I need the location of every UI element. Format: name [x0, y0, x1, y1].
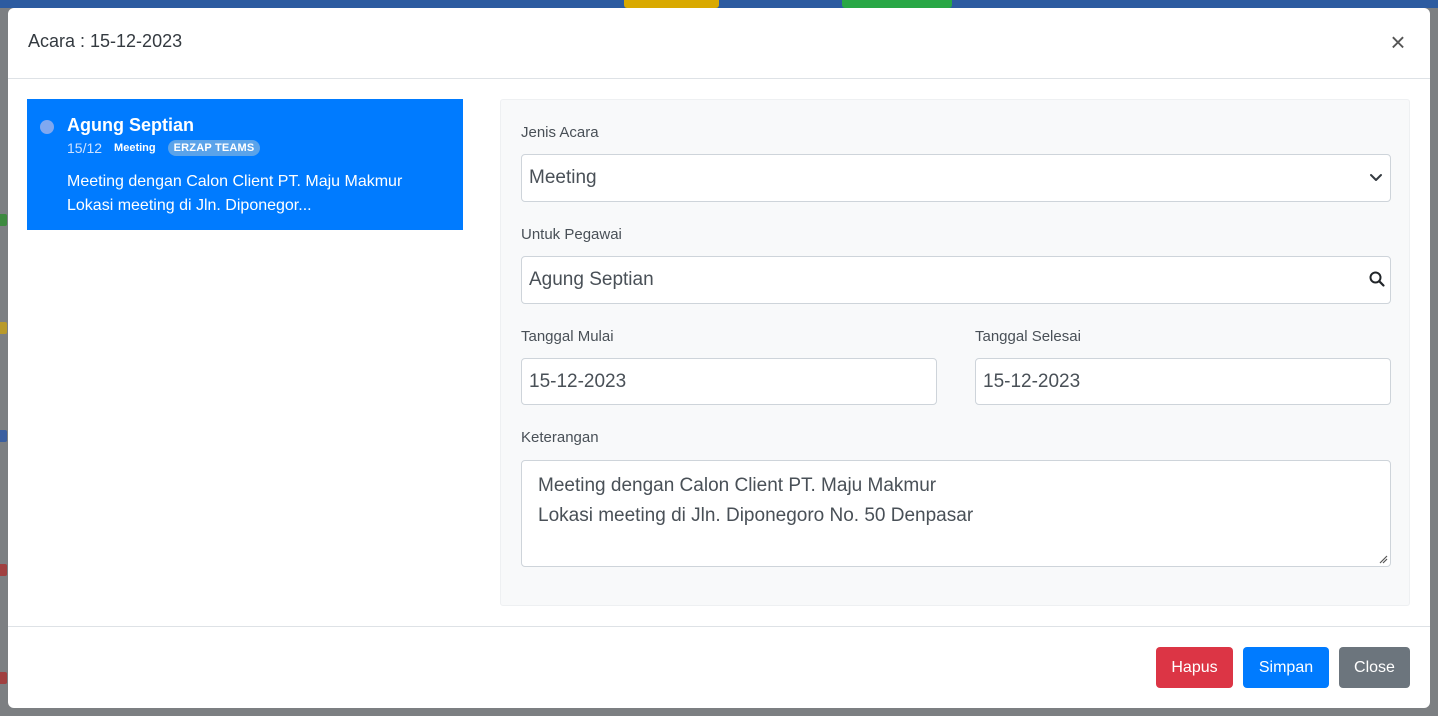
close-icon[interactable]: ×	[1388, 29, 1408, 55]
background-marker	[0, 214, 7, 226]
event-type: Meeting	[114, 142, 156, 154]
keterangan-textarea[interactable]: Meeting dengan Calon Client PT. Maju Mak…	[521, 460, 1391, 567]
resize-handle-icon[interactable]	[1378, 554, 1388, 564]
keterangan-label: Keterangan	[521, 429, 599, 446]
event-card[interactable]: Agung Septian 15/12 Meeting ERZAP TEAMS …	[27, 99, 463, 230]
untuk-pegawai-input[interactable]: Agung Septian	[521, 256, 1391, 304]
jenis-acara-label: Jenis Acara	[521, 124, 599, 141]
tanggal-selesai-input[interactable]: 15-12-2023	[975, 358, 1391, 405]
event-description-line: Lokasi meeting di Jln. Diponegor...	[67, 197, 312, 214]
event-description-line: Meeting dengan Calon Client PT. Maju Mak…	[67, 173, 403, 190]
simpan-button[interactable]: Simpan	[1243, 647, 1329, 688]
tanggal-selesai-value: 15-12-2023	[983, 370, 1081, 392]
tanggal-mulai-label: Tanggal Mulai	[521, 328, 614, 345]
tanggal-mulai-value: 15-12-2023	[529, 370, 627, 392]
event-modal: Acara : 15-12-2023 × Agung Septian 15/12…	[8, 8, 1430, 708]
tanggal-mulai-input[interactable]: 15-12-2023	[521, 358, 937, 405]
modal-footer: Hapus Simpan Close	[8, 626, 1430, 708]
keterangan-line: Lokasi meeting di Jln. Diponegoro No. 50…	[538, 505, 974, 526]
background-marker	[0, 430, 7, 442]
background-marker	[0, 564, 7, 576]
event-team-badge: ERZAP TEAMS	[167, 140, 261, 156]
event-meta: 15/12 Meeting ERZAP TEAMS	[67, 140, 261, 156]
search-icon[interactable]	[1368, 270, 1386, 288]
background-marker	[0, 672, 7, 684]
tanggal-selesai-label: Tanggal Selesai	[975, 328, 1081, 345]
event-date: 15/12	[67, 140, 103, 156]
event-description: Meeting dengan Calon Client PT. Maju Mak…	[67, 170, 447, 218]
background-nav-chip	[624, 0, 719, 8]
jenis-acara-select[interactable]: Meeting	[521, 154, 1391, 202]
untuk-pegawai-label: Untuk Pegawai	[521, 226, 622, 243]
untuk-pegawai-value: Agung Septian	[529, 269, 654, 290]
event-name: Agung Septian	[67, 115, 194, 135]
close-button[interactable]: Close	[1339, 647, 1410, 688]
jenis-acara-value: Meeting	[529, 167, 597, 188]
event-form: Jenis Acara Meeting Untuk Pegawai Agung …	[500, 99, 1410, 606]
modal-header: Acara : 15-12-2023 ×	[8, 8, 1430, 79]
background-marker	[0, 322, 7, 334]
modal-body: Agung Septian 15/12 Meeting ERZAP TEAMS …	[8, 79, 1430, 626]
modal-title: Acara : 15-12-2023	[28, 31, 183, 51]
background-navbar	[0, 0, 1438, 8]
chevron-down-icon	[1370, 174, 1382, 181]
background-nav-chip	[842, 0, 952, 8]
hapus-button[interactable]: Hapus	[1156, 647, 1233, 688]
event-dot-icon	[40, 120, 54, 134]
keterangan-line: Meeting dengan Calon Client PT. Maju Mak…	[538, 475, 937, 496]
